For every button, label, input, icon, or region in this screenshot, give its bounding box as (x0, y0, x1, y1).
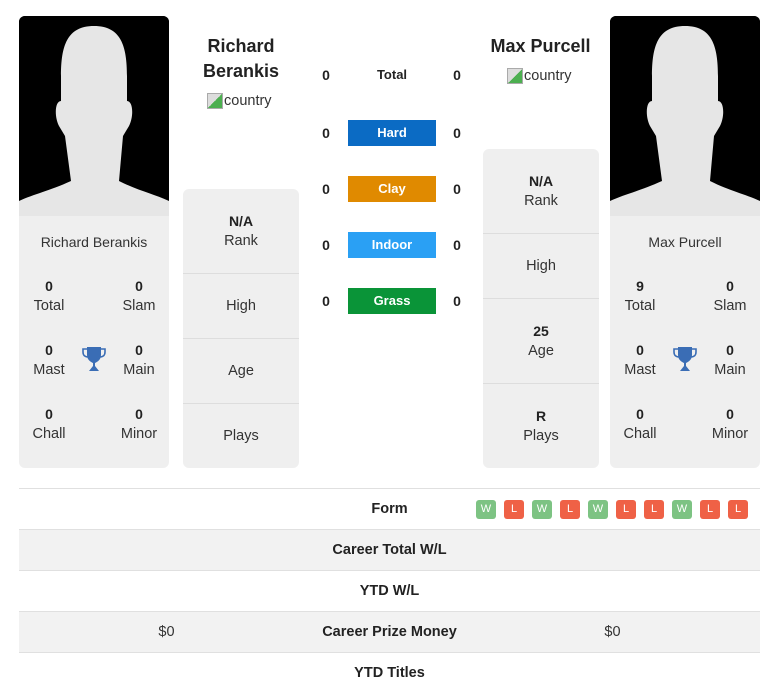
player2-form: WLWLWLLWLL (476, 499, 748, 519)
broken-image-icon (507, 68, 523, 84)
player2-stat-mast: 0 Mast (624, 342, 656, 378)
player1-h2h-grass: 0 (322, 293, 330, 309)
player2-stat-total: 9 Total (624, 278, 656, 314)
player2-plays: R Plays (523, 408, 559, 444)
player1-stat-total: 0 Total (33, 278, 65, 314)
form-badge-loss[interactable]: L (644, 499, 664, 519)
h2h-row-total: 0 Total 0 (310, 62, 470, 88)
prize-money-label: Career Prize Money (322, 624, 457, 640)
player2-stat-minor: 0 Minor (711, 406, 749, 442)
player1-card-name: Richard Berankis (40, 234, 148, 250)
player2-name[interactable]: Max Purcell (483, 34, 598, 59)
player1-age: Age (183, 339, 299, 404)
form-badge-win[interactable]: W (672, 499, 692, 519)
player2-flag: country (507, 68, 572, 84)
form-badge-loss[interactable]: L (504, 499, 524, 519)
player2-card: Max Purcell 9 Total 0 Slam 0 Mast 0 Main 0 Ch… (610, 216, 760, 468)
h2h-row-grass: 0 Grass 0 (310, 288, 470, 314)
form-badge-loss[interactable]: L (616, 499, 636, 519)
form-badge-loss[interactable]: L (560, 499, 580, 519)
form-label: Form (371, 501, 408, 517)
player2-stat-chall: 0 Chall (623, 406, 657, 442)
silhouette-icon (19, 16, 169, 216)
comparison-table: Form WLWLWLLWLL Career Total W/L YTD W/L… (19, 488, 760, 693)
player2-h2h-indoor: 0 (453, 237, 461, 253)
player1-prize-money: $0 (158, 624, 175, 640)
surface-total-label: Total (376, 67, 408, 82)
player1-high: High (183, 274, 299, 339)
player2-card-name: Max Purcell (648, 234, 722, 250)
table-row-prize-money: $0 Career Prize Money $0 (19, 611, 760, 652)
surface-clay-label: Clay (348, 176, 436, 202)
player1-info: N/A Rank High Age Plays (183, 189, 299, 468)
player2-rank: N/A Rank (483, 149, 599, 234)
trophy-icon (82, 347, 106, 371)
player1-stat-main: 0 Main (123, 342, 155, 378)
player2-stat-slam: 0 Slam (713, 278, 747, 314)
player1-photo (19, 16, 169, 216)
player2-stat-main: 0 Main (714, 342, 746, 378)
trophy-icon (673, 347, 697, 371)
player1-h2h-hard: 0 (322, 125, 330, 141)
player2-h2h-hard: 0 (453, 125, 461, 141)
player2-h2h-grass: 0 (453, 293, 461, 309)
h2h-row-indoor: 0 Indoor 0 (310, 232, 470, 258)
player2-info: N/A Rank High 25 Age R Plays (483, 149, 599, 468)
table-row-ytd-titles: YTD Titles (19, 652, 760, 693)
player1-h2h-clay: 0 (322, 181, 330, 197)
player1-stat-minor: 0 Minor (120, 406, 158, 442)
player2-high: High (483, 234, 599, 299)
ytd-wl-label: YTD W/L (359, 583, 420, 599)
player1-rank: N/A Rank (183, 189, 299, 274)
table-row-form: Form WLWLWLLWLL (19, 488, 760, 529)
table-row-career-wl: Career Total W/L (19, 529, 760, 570)
player1-stat-mast: 0 Mast (33, 342, 65, 378)
form-badge-loss[interactable]: L (728, 499, 748, 519)
player2-h2h-total: 0 (453, 67, 461, 83)
player1-plays: Plays (223, 428, 259, 444)
broken-image-icon (207, 93, 223, 109)
form-badge-loss[interactable]: L (700, 499, 720, 519)
player2-h2h-clay: 0 (453, 181, 461, 197)
ytd-titles-label: YTD Titles (354, 665, 425, 681)
surface-indoor-label: Indoor (348, 232, 436, 258)
player1-name[interactable]: Richard Berankis (183, 34, 299, 84)
career-wl-label: Career Total W/L (332, 542, 447, 558)
table-row-ytd-wl: YTD W/L (19, 570, 760, 611)
player1-h2h-total: 0 (322, 67, 330, 83)
player2-photo (610, 16, 760, 216)
h2h-row-hard: 0 Hard 0 (310, 120, 470, 146)
player1-stat-chall: 0 Chall (32, 406, 66, 442)
h2h-row-clay: 0 Clay 0 (310, 176, 470, 202)
player1-stat-slam: 0 Slam (122, 278, 156, 314)
surface-grass-label: Grass (348, 288, 436, 314)
player2-prize-money: $0 (604, 624, 621, 640)
silhouette-icon (610, 16, 760, 216)
form-badge-win[interactable]: W (532, 499, 552, 519)
player1-h2h-indoor: 0 (322, 237, 330, 253)
player2-age: 25 Age (483, 299, 599, 384)
form-badge-win[interactable]: W (588, 499, 608, 519)
surface-hard-label: Hard (348, 120, 436, 146)
player1-flag: country (207, 93, 272, 109)
form-badge-win[interactable]: W (476, 499, 496, 519)
player1-card: Richard Berankis 0 Total 0 Slam 0 Mast 0 Mai… (19, 216, 169, 468)
